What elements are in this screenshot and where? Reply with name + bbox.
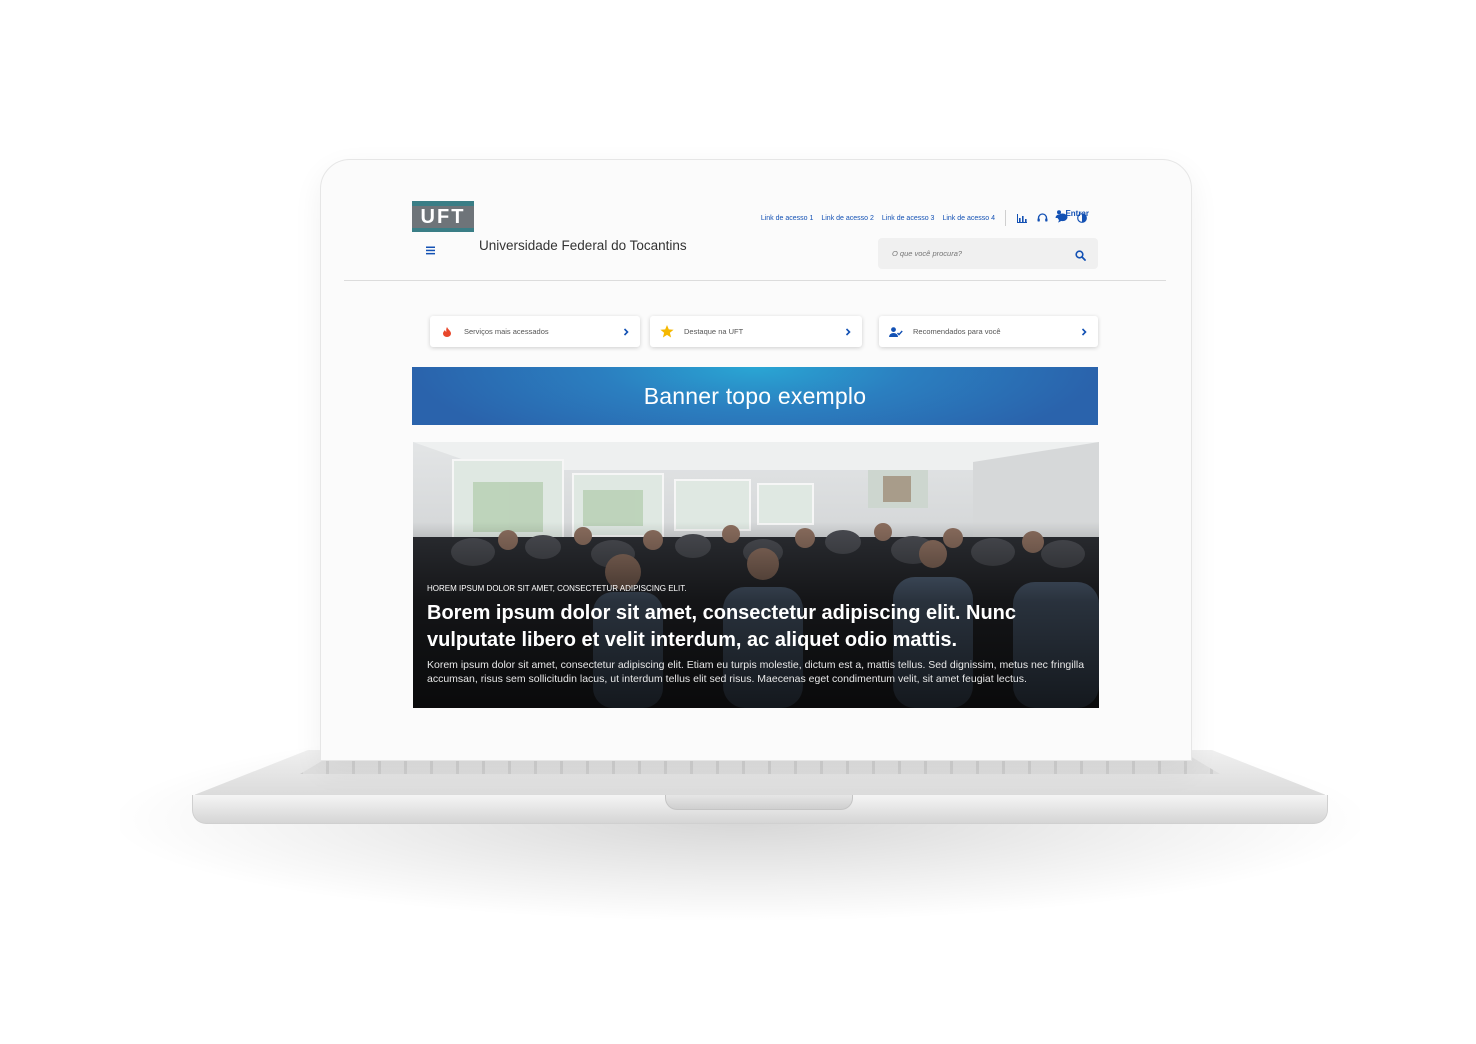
- featured-news-hero[interactable]: HOREM IPSUM DOLOR SIT AMET, CONSECTETUR …: [413, 442, 1099, 708]
- login-label: Entrar: [1065, 209, 1089, 218]
- chevron-right-icon: [845, 327, 851, 336]
- card-destaque-na-uft[interactable]: Destaque na UFT: [650, 316, 862, 347]
- chevron-right-icon: [1081, 327, 1087, 336]
- card-recomendados-para-voce[interactable]: Recomendados para você: [879, 316, 1098, 347]
- login-button[interactable]: Entrar: [1055, 209, 1089, 218]
- logo-text: UFT: [412, 206, 474, 228]
- search-icon[interactable]: [1075, 248, 1086, 261]
- uft-logo[interactable]: UFT: [412, 201, 474, 233]
- user-icon: [1055, 209, 1063, 218]
- header-divider: [344, 280, 1166, 281]
- search-input[interactable]: [878, 238, 1072, 269]
- chart-icon[interactable]: [1016, 212, 1028, 224]
- card-label: Destaque na UFT: [684, 327, 744, 336]
- access-link-2[interactable]: Link de acesso 2: [821, 215, 874, 222]
- top-banner[interactable]: Banner topo exemplo: [412, 367, 1098, 425]
- search-box: [878, 238, 1098, 269]
- top-access-links: Link de acesso 1 Link de acesso 2 Link d…: [761, 210, 1088, 226]
- access-link-4[interactable]: Link de acesso 4: [942, 215, 995, 222]
- laptop-screen: UFT Link de acesso 1 Link de acesso 2 Li…: [344, 181, 1166, 741]
- user-check-icon: [889, 325, 903, 339]
- site-title: Universidade Federal do Tocantins: [479, 238, 687, 253]
- card-label: Serviços mais acessados: [464, 327, 549, 336]
- access-link-1[interactable]: Link de acesso 1: [761, 215, 814, 222]
- access-link-3[interactable]: Link de acesso 3: [882, 215, 935, 222]
- card-servicos-mais-acessados[interactable]: Serviços mais acessados: [430, 316, 640, 347]
- hero-headline[interactable]: Borem ipsum dolor sit amet, consectetur …: [427, 600, 1067, 654]
- fire-icon: [440, 325, 454, 339]
- divider: [1005, 210, 1006, 226]
- chevron-right-icon: [623, 327, 629, 336]
- card-label: Recomendados para você: [913, 327, 1001, 336]
- hero-kicker: HOREM IPSUM DOLOR SIT AMET, CONSECTETUR …: [427, 584, 687, 593]
- hero-description: Korem ipsum dolor sit amet, consectetur …: [427, 659, 1085, 685]
- logo-bottom-bar: [412, 228, 474, 232]
- headset-icon[interactable]: [1036, 212, 1048, 224]
- hamburger-menu-icon[interactable]: [426, 242, 438, 255]
- laptop-opening-notch: [665, 795, 853, 810]
- banner-text: Banner topo exemplo: [643, 382, 867, 409]
- star-icon: [660, 325, 674, 339]
